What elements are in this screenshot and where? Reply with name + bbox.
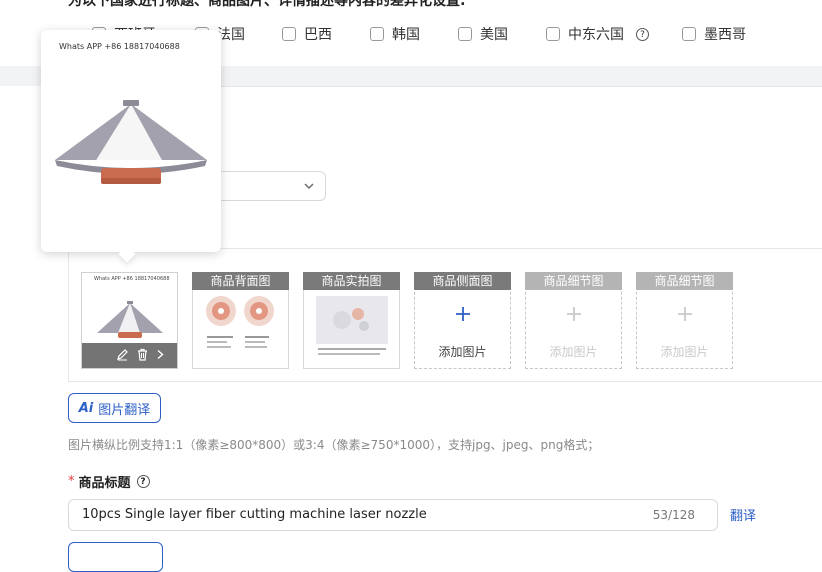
add-image-label: 添加图片	[549, 345, 598, 359]
image-slot-back[interactable]: 商品背面图	[192, 272, 289, 369]
country-label: 中东六国	[568, 27, 624, 43]
country-settings-title: 为以下国家进行标题、商品图片、详情描述等内容的差异化设置:	[68, 0, 466, 9]
checkbox[interactable]	[370, 27, 384, 41]
plus-icon	[415, 301, 510, 327]
back-view-thumbnail	[206, 296, 274, 348]
partial-button[interactable]	[68, 542, 163, 572]
plus-icon	[637, 301, 732, 327]
nozzle-preview-image	[55, 100, 207, 184]
image-slot-detail-2[interactable]: 商品细节图 添加图片	[636, 272, 733, 369]
product-title-label: * 商品标题 ?	[68, 472, 150, 491]
chevron-down-icon	[303, 180, 315, 195]
image-format-hint: 图片横纵比例支持1:1（像素≥800*800）或3:4（像素≥750*1000）…	[68, 438, 600, 452]
category-select[interactable]	[205, 171, 326, 201]
country-checkbox-mexico[interactable]: 墨西哥	[682, 24, 746, 44]
image-watermark: Whats APP +86 18817040688	[94, 276, 170, 282]
add-image-label: 添加图片	[438, 345, 487, 359]
nozzle-thumbnail	[97, 301, 163, 338]
real-photo-thumbnail	[316, 296, 388, 355]
slot-header: 商品细节图	[636, 272, 733, 290]
pencil-icon[interactable]	[116, 348, 129, 364]
title-translate-link[interactable]: 翻译	[730, 505, 756, 524]
image-actions-bar	[82, 343, 177, 368]
plus-icon	[526, 301, 621, 327]
add-image-label: 添加图片	[660, 345, 709, 359]
country-label: 法国	[217, 27, 245, 43]
country-label: 巴西	[304, 27, 332, 43]
chevron-right-icon[interactable]	[156, 349, 165, 363]
country-checkbox-usa[interactable]: 美国	[458, 24, 508, 44]
country-label: 韩国	[392, 27, 420, 43]
country-checkbox-brazil[interactable]: 巴西	[282, 24, 332, 44]
image-preview-popover: Whats APP +86 18817040688	[41, 30, 221, 252]
country-label: 墨西哥	[704, 27, 746, 43]
image-translate-button[interactable]: Ai 图片翻译	[68, 393, 161, 423]
country-checkbox-korea[interactable]: 韩国	[370, 24, 420, 44]
ai-icon: Ai	[78, 400, 94, 416]
character-count: 53/128	[652, 508, 695, 522]
slot-header: 商品实拍图	[303, 272, 400, 290]
image-slot-real-photo[interactable]: 商品实拍图	[303, 272, 400, 369]
slot-header: 商品细节图	[525, 272, 622, 290]
preview-watermark: Whats APP +86 18817040688	[59, 42, 180, 51]
image-slot-detail-1[interactable]: 商品细节图 添加图片	[525, 272, 622, 369]
slot-header: 商品背面图	[192, 272, 289, 290]
checkbox[interactable]	[458, 27, 472, 41]
country-label: 美国	[480, 27, 508, 43]
question-circle-icon[interactable]: ?	[636, 27, 649, 41]
country-checkbox-middle-east[interactable]: 中东六国 ?	[546, 24, 649, 44]
checkbox[interactable]	[682, 27, 696, 41]
image-translate-label: 图片翻译	[98, 402, 151, 418]
required-mark: *	[68, 474, 75, 489]
image-slot-side[interactable]: 商品侧面图 添加图片	[414, 272, 511, 369]
question-circle-icon[interactable]: ?	[136, 475, 150, 488]
checkbox[interactable]	[282, 27, 296, 41]
image-slot-main[interactable]: Whats APP +86 18817040688	[81, 272, 178, 369]
product-title-label-text: 商品标题	[78, 476, 131, 491]
product-title-value: 10pcs Single layer fiber cutting machine…	[82, 507, 427, 522]
product-title-input[interactable]: 10pcs Single layer fiber cutting machine…	[68, 499, 718, 531]
trash-icon[interactable]	[136, 348, 149, 364]
slot-header: 商品侧面图	[414, 272, 511, 290]
checkbox[interactable]	[546, 27, 560, 41]
